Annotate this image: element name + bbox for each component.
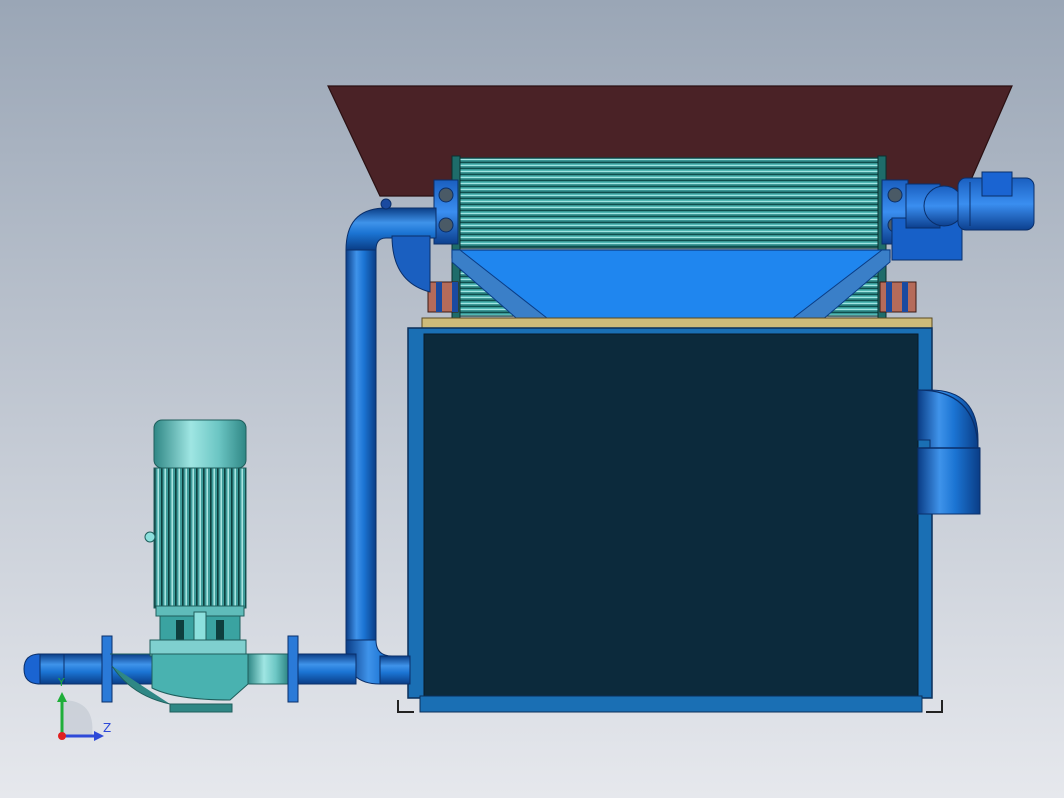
triad-z-label: Z [103,721,112,735]
cad-viewport[interactable]: Y Z [0,0,1064,798]
outlet-elbow-pipe[interactable] [917,389,981,515]
main-tank[interactable] [397,327,943,713]
terminal-box-icon [981,171,1013,197]
cad-scene [0,0,1064,798]
drum-support-frame-left [427,281,459,313]
tank-top-rim [421,317,933,329]
bearing-left [433,179,459,245]
drum-support-frame-right [879,281,917,313]
triad-y-label: Y [58,676,65,689]
inlet-flange [101,635,113,703]
outlet-flange [287,635,299,703]
